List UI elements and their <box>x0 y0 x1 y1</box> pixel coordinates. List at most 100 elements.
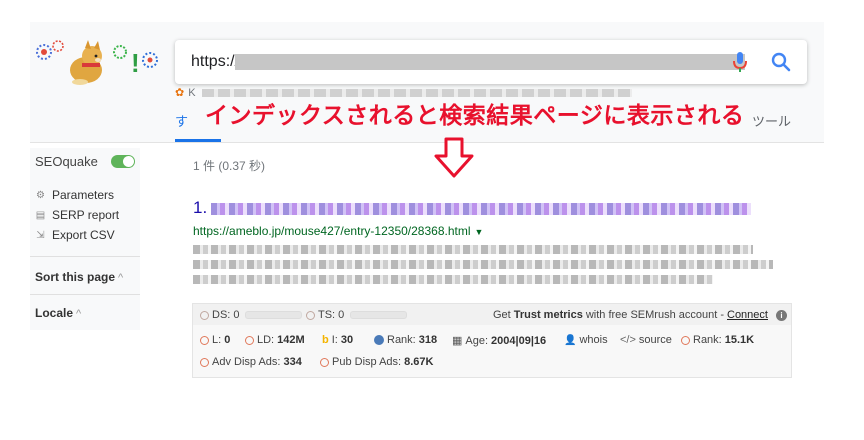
seo-circle-icon <box>245 335 254 345</box>
result-url-text: https://ameblo.jp/mouse427/entry-12350/2… <box>193 224 471 238</box>
metric-label: DS: <box>212 309 231 321</box>
trust-prefix: Get <box>493 309 511 321</box>
blurred-snippet-line <box>193 275 713 284</box>
metric-value: 334 <box>283 356 302 368</box>
ds-metric[interactable]: DS: 0 <box>200 309 303 321</box>
seoquake-metrics <box>192 325 792 378</box>
firework-icon <box>52 40 64 52</box>
metric-value: 2004|09|16 <box>491 334 547 347</box>
result-stats: 1 件 (0.37 秒) <box>193 159 266 173</box>
metric-l[interactable]: L: 0 <box>200 334 230 346</box>
sidebar-item-label: Parameters <box>52 188 115 202</box>
metric-rank[interactable]: Rank: 318 <box>374 334 437 346</box>
trust-metrics-note: Get Trust metrics with free SEMrush acco… <box>493 309 787 321</box>
seo-circle-icon <box>200 335 209 345</box>
seo-circle-icon <box>306 310 315 320</box>
metric-ld[interactable]: LD: 142M <box>245 334 305 346</box>
metric-label: Rank: <box>387 334 416 346</box>
firework-icon <box>36 44 52 60</box>
locale-section[interactable]: Locale ^ <box>35 306 81 320</box>
rank-icon <box>374 335 384 345</box>
metric-label: Adv Disp Ads: <box>212 356 281 368</box>
bing-icon: b <box>322 334 329 346</box>
trust-bold: Trust metrics <box>513 309 583 321</box>
gear-icon: ⚙ <box>36 189 45 201</box>
metric-label: I: <box>331 334 338 346</box>
metric-label: source <box>638 334 672 346</box>
seoquake-toggle[interactable] <box>111 155 135 168</box>
sidebar-item-export-csv[interactable]: ⇲ Export CSV <box>35 228 115 242</box>
locale-label: Locale <box>35 306 74 320</box>
seoquake-sidebar: SEOquake ⚙ Parameters ▤ SERP report ⇲ Ex… <box>30 148 140 330</box>
metric-label: TS: <box>318 309 336 321</box>
metric-value: 8.67K <box>404 356 434 368</box>
seo-circle-icon <box>681 335 690 345</box>
tab-all[interactable]: す <box>175 111 188 130</box>
redacted-query <box>235 54 745 70</box>
chevron-up-icon: ^ <box>118 272 124 284</box>
metric-label: Age: <box>465 334 489 347</box>
blurred-snippet-line <box>193 260 773 269</box>
metric-whois[interactable]: 👤 whois <box>564 334 608 346</box>
result-number: 1. <box>193 198 208 217</box>
divider <box>30 256 140 257</box>
search-box[interactable]: https:// <box>175 40 807 84</box>
seo-circle-icon <box>320 357 329 367</box>
code-icon: </> <box>620 334 636 346</box>
ts-metric[interactable]: TS: 0 <box>306 309 408 321</box>
metric-value: 318 <box>418 334 438 346</box>
seo-circle-icon <box>200 357 209 367</box>
seo-circle-icon <box>200 310 209 320</box>
metric-value: 142M <box>277 334 305 346</box>
metric-age[interactable]: ▦ Age: 2004|09|16 <box>452 334 547 348</box>
metric-semrush-rank[interactable]: Rank: 15.1K <box>681 334 754 346</box>
metric-adv-disp-ads[interactable]: Adv Disp Ads: 334 <box>200 356 302 368</box>
google-doodle-logo[interactable]: ! <box>34 38 160 88</box>
trust-suffix: with free SEMrush account - <box>585 309 724 321</box>
search-icon[interactable] <box>769 50 793 74</box>
metric-label: Pub Disp Ads: <box>332 356 402 368</box>
active-tab-indicator <box>175 139 221 142</box>
metric-label: whois <box>579 334 608 346</box>
metric-value: 15.1K <box>724 334 755 346</box>
sidebar-item-label: Export CSV <box>52 228 115 242</box>
seoquake-title: SEOquake <box>35 154 98 169</box>
sort-label: Sort this page <box>35 270 116 284</box>
result-snippet <box>193 242 773 290</box>
metric-source[interactable]: </> source <box>620 334 672 346</box>
search-query-text[interactable]: https:// <box>191 53 239 71</box>
divider <box>30 294 140 295</box>
chevron-up-icon: ^ <box>76 308 82 320</box>
metric-value: 0 <box>233 309 240 321</box>
calendar-icon: ▦ <box>452 335 463 347</box>
dog-icon <box>70 40 102 85</box>
google-serp-page: ! https:// ✿ K す ツール インデックスされると検索結果ページに表示… <box>0 0 864 440</box>
metric-value: 30 <box>340 334 354 346</box>
info-icon[interactable]: i <box>775 309 787 321</box>
result-title-link[interactable]: 1. <box>193 198 752 218</box>
blurred-title <box>211 202 752 215</box>
export-icon: ⇲ <box>36 229 45 241</box>
ts-progress-bar <box>350 311 408 319</box>
dropdown-arrow-icon[interactable]: ▼ <box>475 227 484 237</box>
metric-pub-disp-ads[interactable]: Pub Disp Ads: 8.67K <box>320 356 433 368</box>
tab-tools[interactable]: ツール <box>752 111 791 130</box>
result-url[interactable]: https://ameblo.jp/mouse427/entry-12350/2… <box>193 224 483 238</box>
metric-bing-index[interactable]: b I: 30 <box>322 334 353 346</box>
sidebar-item-label: SERP report <box>52 208 120 222</box>
annotation-caption: インデックスされると検索結果ページに表示される <box>205 102 745 128</box>
table-icon: ▤ <box>35 209 46 221</box>
flower-icon: ✿ <box>175 87 185 99</box>
metric-value: 0 <box>224 334 231 346</box>
connect-link[interactable]: Connect <box>727 309 768 321</box>
blurred-snippet-line <box>193 245 753 254</box>
subline-text: K <box>188 87 196 99</box>
metric-label: Rank: <box>693 334 722 346</box>
sidebar-item-parameters[interactable]: ⚙ Parameters <box>35 188 114 202</box>
metric-label: LD: <box>257 334 275 346</box>
sort-this-page[interactable]: Sort this page ^ <box>35 270 123 284</box>
sidebar-item-serp-report[interactable]: ▤ SERP report <box>35 208 119 222</box>
person-icon: 👤 <box>564 334 577 346</box>
metric-value: 0 <box>338 309 345 321</box>
microphone-icon[interactable] <box>732 50 748 74</box>
